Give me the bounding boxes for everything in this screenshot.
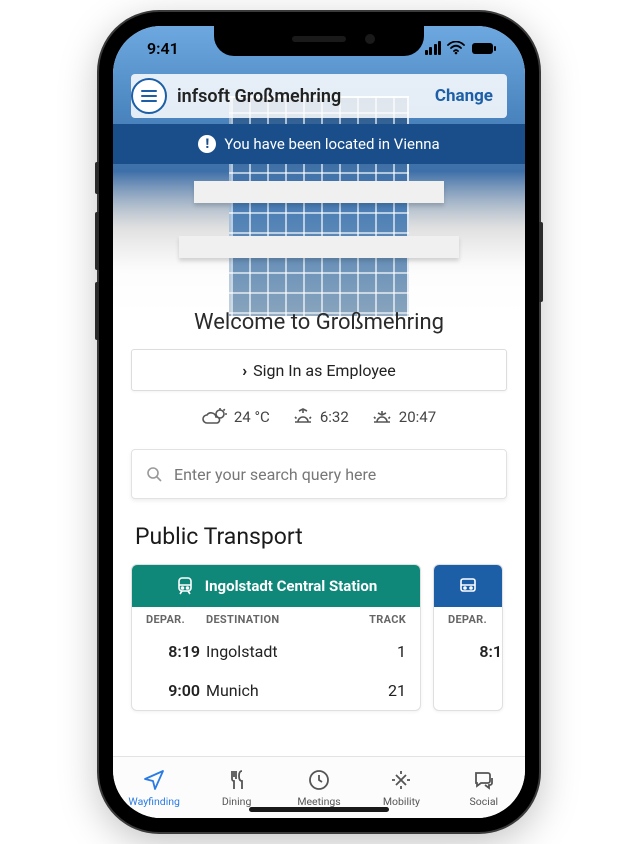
change-location-link[interactable]: Change — [435, 86, 507, 106]
notch — [214, 26, 424, 56]
battery-icon — [471, 42, 497, 55]
table-header: DEPAR. DESTINATION TRACK — [132, 607, 420, 632]
station-card[interactable]: Ingolstadt Central Station DEPAR. DESTIN… — [131, 564, 421, 711]
main-content: Welcome to Großmehring › Sign In as Empl… — [113, 276, 525, 756]
sunrise-icon — [292, 407, 314, 427]
search-input[interactable]: Enter your search query here — [131, 449, 507, 499]
app-title: infsoft Großmehring — [177, 86, 435, 107]
table-header: DEPAR. — [434, 607, 502, 632]
phone-frame: 9:41 infsoft Großmehring Change ! — [99, 12, 539, 832]
location-banner: ! You have been located in Vienna — [113, 124, 525, 164]
tab-wayfinding[interactable]: Wayfinding — [113, 757, 195, 818]
station-header: Ingolstadt Central Station — [132, 565, 420, 607]
menu-button[interactable] — [131, 78, 167, 114]
table-row[interactable]: 9:00 Munich 21 — [132, 671, 420, 710]
station-card-partial[interactable]: DEPAR. 8:1 — [433, 564, 503, 711]
table-row[interactable]: 8:19 Ingolstadt 1 — [132, 632, 420, 671]
weather-row: 24 °C 6:32 20:47 — [131, 407, 507, 427]
banner-text: You have been located in Vienna — [224, 135, 439, 153]
bus-icon — [458, 576, 478, 596]
hero-background: 9:41 infsoft Großmehring Change ! — [113, 26, 525, 316]
cloud-sun-icon — [202, 407, 228, 427]
train-icon — [175, 576, 195, 596]
tab-social[interactable]: Social — [443, 757, 525, 818]
navigation-icon — [142, 768, 166, 792]
screen: 9:41 infsoft Großmehring Change ! — [113, 26, 525, 818]
station-header — [434, 565, 502, 607]
cellular-icon — [425, 41, 442, 55]
sunrise-group: 6:32 — [292, 407, 349, 427]
wifi-icon — [447, 41, 465, 55]
table-row[interactable]: 8:1 — [434, 632, 502, 671]
chat-icon — [472, 768, 496, 792]
status-time: 9:41 — [147, 39, 179, 58]
welcome-heading: Welcome to Großmehring — [131, 310, 507, 335]
chevron-right-icon: › — [242, 361, 247, 380]
clock-icon — [307, 768, 331, 792]
weather-temp: 24 °C — [202, 407, 270, 427]
sunset-group: 20:47 — [371, 407, 436, 427]
title-bar: infsoft Großmehring Change — [131, 74, 507, 118]
search-icon — [146, 466, 162, 482]
transport-cards[interactable]: Ingolstadt Central Station DEPAR. DESTIN… — [131, 564, 507, 711]
signin-label: Sign In as Employee — [253, 361, 396, 380]
transport-heading: Public Transport — [135, 523, 507, 550]
dining-icon — [225, 768, 249, 792]
sunset-icon — [371, 407, 393, 427]
mobility-icon — [389, 768, 413, 792]
signin-button[interactable]: › Sign In as Employee — [131, 349, 507, 391]
home-indicator[interactable] — [249, 807, 389, 812]
search-placeholder: Enter your search query here — [174, 465, 376, 484]
info-icon: ! — [198, 135, 216, 153]
